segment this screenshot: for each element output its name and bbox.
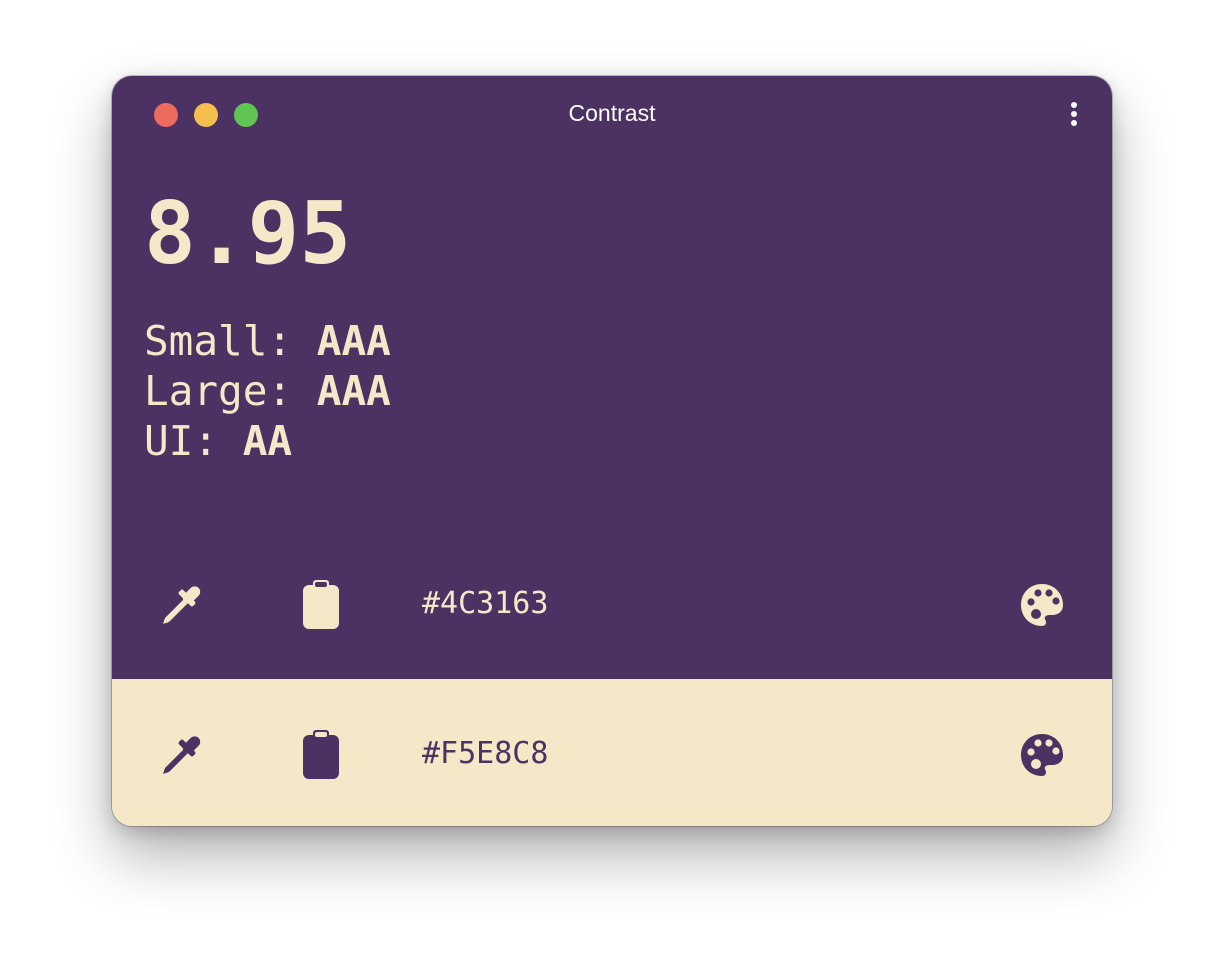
foreground-pane: Contrast 8.95 Small: AAA Large: AAA UI: … <box>112 76 1112 679</box>
clipboard-icon <box>303 730 339 779</box>
more-dot-icon <box>1071 120 1077 126</box>
level-label: UI: <box>144 417 243 465</box>
background-paste-button[interactable] <box>295 728 347 780</box>
more-menu-button[interactable] <box>1062 98 1086 130</box>
more-dot-icon <box>1071 102 1077 108</box>
contrast-window: Contrast 8.95 Small: AAA Large: AAA UI: … <box>112 76 1112 826</box>
palette-icon <box>1021 734 1063 776</box>
level-label: Large: <box>144 367 317 415</box>
palette-icon <box>1021 584 1063 626</box>
clipboard-icon <box>303 580 339 629</box>
level-value: AA <box>242 417 293 465</box>
level-row-ui: UI: AA <box>144 416 391 466</box>
contrast-ratio: 8.95 <box>144 184 352 284</box>
level-row-large: Large: AAA <box>144 366 391 416</box>
eyedropper-icon <box>163 586 201 624</box>
foreground-eyedropper-button[interactable] <box>156 578 208 630</box>
more-dot-icon <box>1071 111 1077 117</box>
background-hex-field[interactable]: #F5E8C8 <box>422 734 548 774</box>
eyedropper-icon <box>163 736 201 774</box>
level-value: AAA <box>316 317 391 365</box>
wcag-levels: Small: AAA Large: AAA UI: AA <box>144 316 391 466</box>
background-eyedropper-button[interactable] <box>156 728 208 780</box>
background-pane: #F5E8C8 <box>112 679 1112 826</box>
background-palette-button[interactable] <box>1016 729 1068 781</box>
level-label: Small: <box>144 317 317 365</box>
foreground-hex-field[interactable]: #4C3163 <box>422 584 548 624</box>
foreground-paste-button[interactable] <box>295 578 347 630</box>
level-row-small: Small: AAA <box>144 316 391 366</box>
window-title: Contrast <box>568 100 656 126</box>
level-value: AAA <box>316 367 391 415</box>
foreground-palette-button[interactable] <box>1016 579 1068 631</box>
